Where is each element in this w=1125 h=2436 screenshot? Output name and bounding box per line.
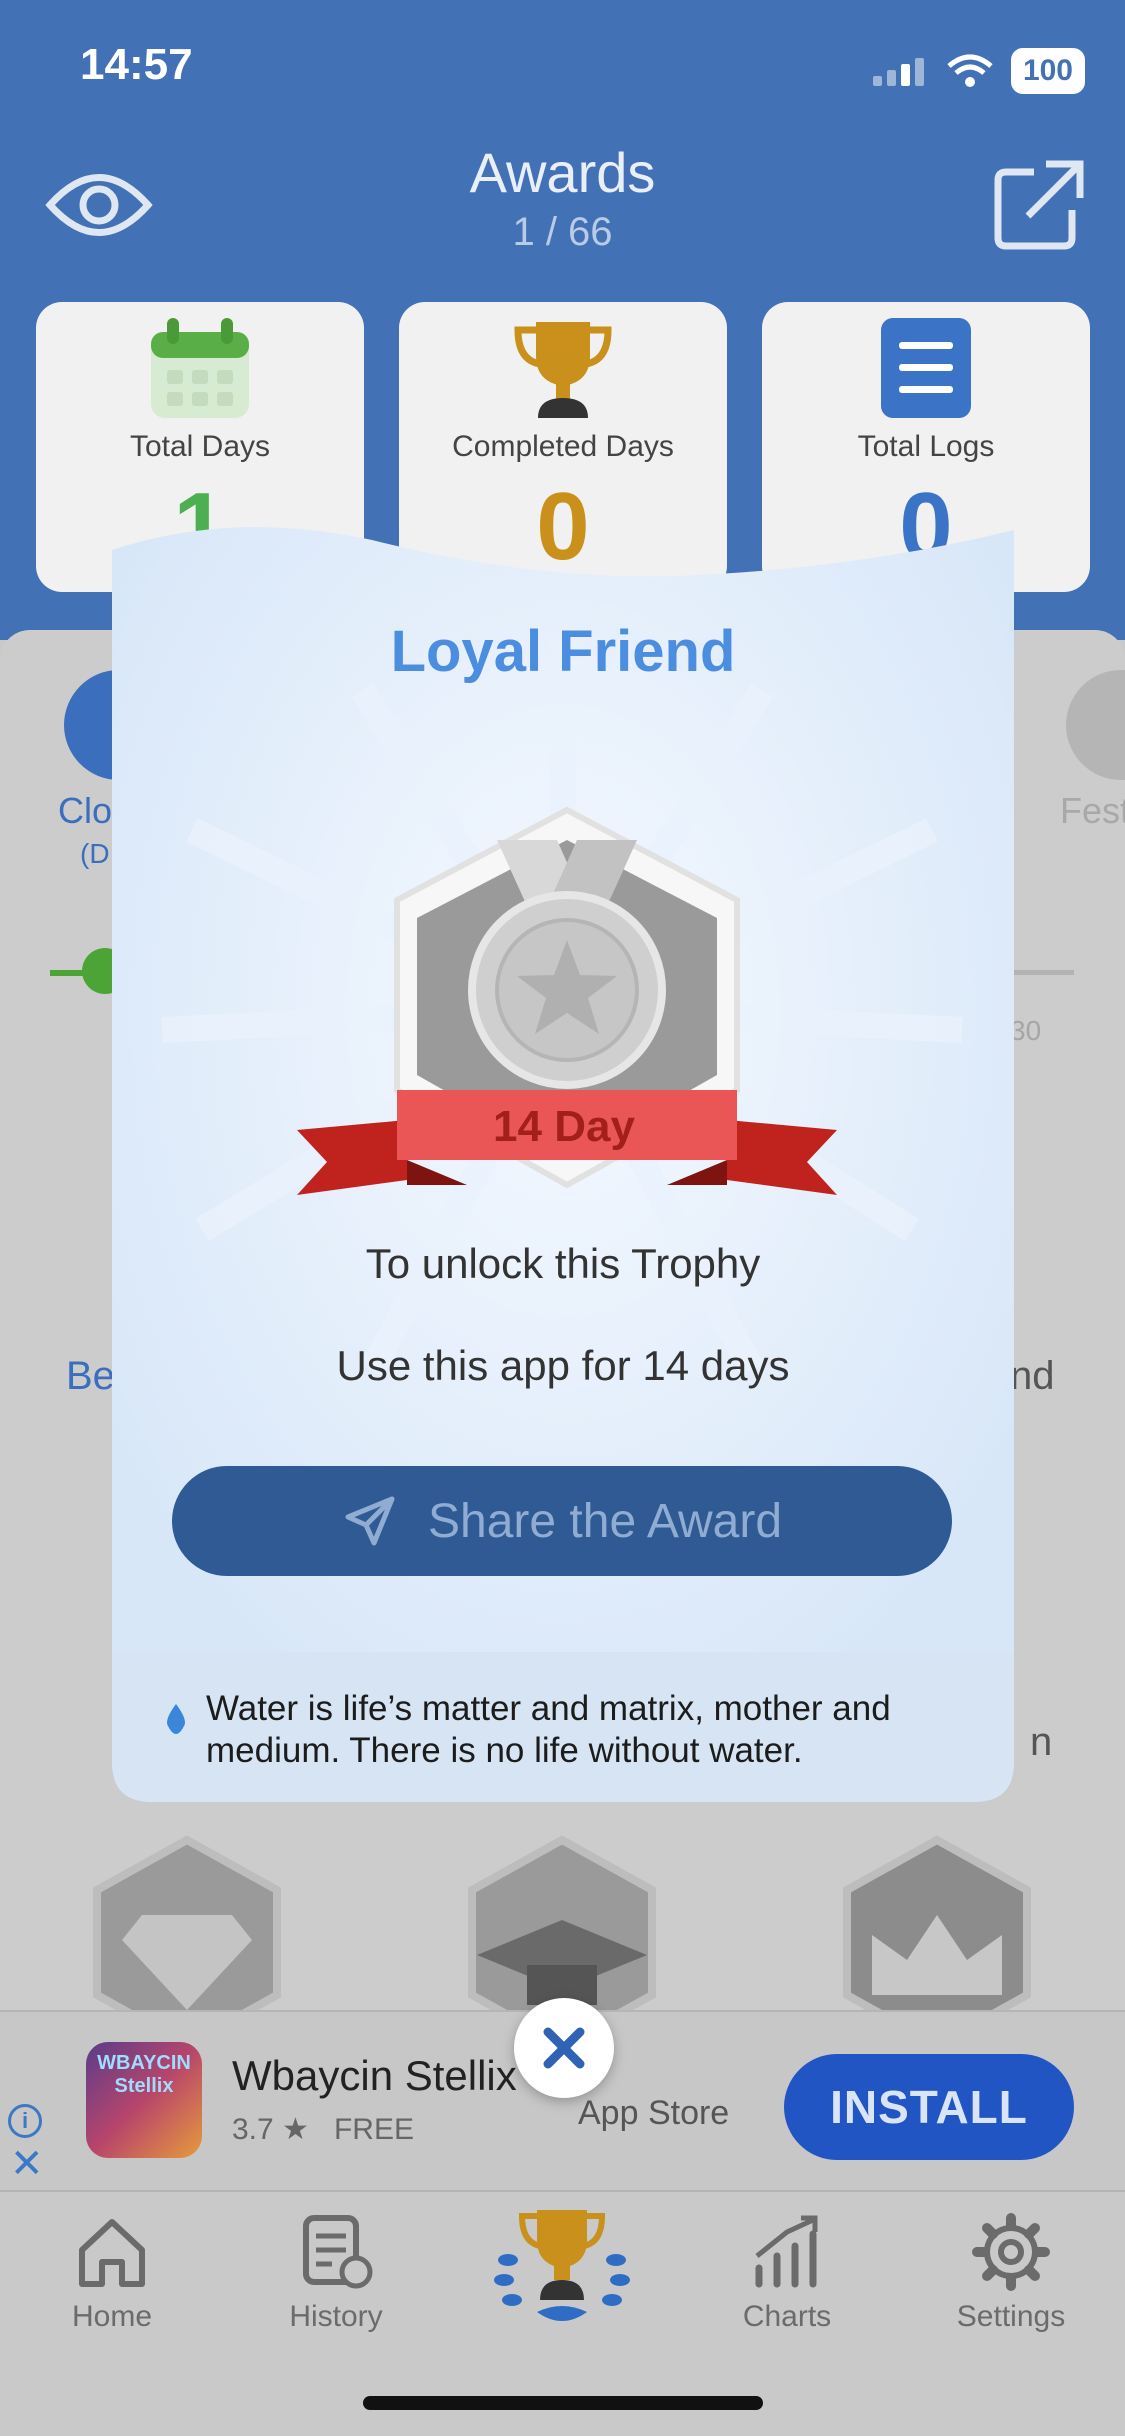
award-name-left: Be	[66, 1354, 115, 1398]
signal-icon	[872, 58, 924, 86]
share-award-button[interactable]: Share the Award	[172, 1466, 952, 1576]
tab-settings[interactable]: Settings	[921, 2212, 1101, 2334]
status-time: 14:57	[80, 40, 193, 89]
award-name-right-2: n	[1030, 1720, 1053, 1764]
ad-price: FREE	[333, 2113, 414, 2146]
ad-app-icon[interactable]: WBAYCIN Stellix	[86, 2042, 202, 2158]
history-icon	[303, 2215, 373, 2289]
award-title: Loyal Friend	[390, 619, 736, 684]
tab-bar: Home History Charts Settings	[0, 2190, 1125, 2436]
ad-rating: 3.7 ★	[232, 2113, 309, 2146]
ad-app-name[interactable]: Wbaycin Stellix	[232, 2052, 517, 2100]
status-icons: 100	[872, 48, 1085, 94]
ad-store-label: App Store	[578, 2094, 730, 2132]
award-name-right: nd	[1010, 1354, 1055, 1398]
tab-awards[interactable]	[472, 2200, 652, 2348]
water-drop-icon	[167, 1704, 185, 1734]
share-external-icon[interactable]	[984, 150, 1094, 260]
stat-label: Completed Days	[452, 430, 674, 463]
calendar-icon	[151, 318, 249, 418]
tab-home[interactable]: Home	[22, 2212, 202, 2334]
stat-label: Total Logs	[857, 430, 995, 463]
wifi-icon	[947, 54, 993, 87]
timeline-label: 30	[1010, 1015, 1042, 1046]
tab-settings-label: Settings	[956, 2300, 1066, 2333]
badge-label: 14 Day	[493, 1102, 635, 1151]
home-indicator	[363, 2396, 763, 2410]
award-modal: Loyal Friend 14 Day To unlock this Troph…	[112, 510, 1014, 1802]
trophy-icon	[514, 322, 612, 418]
battery-indicator: 100	[1010, 48, 1085, 94]
install-button[interactable]: INSTALL	[784, 2054, 1074, 2160]
quote-text: Water is life’s matter and matrix, mothe…	[206, 1689, 891, 1770]
home-icon	[79, 2219, 145, 2287]
tab-history-label: History	[289, 2300, 383, 2333]
unlock-requirement: Use this app for 14 days	[336, 1342, 790, 1389]
tab-home-label: Home	[71, 2300, 153, 2333]
ad-info-icon[interactable]: i	[8, 2104, 42, 2138]
ad-app-icon-text: WBAYCIN Stellix	[97, 2052, 191, 2097]
category-sublabel-left: (D	[80, 838, 110, 869]
modal-close-button[interactable]	[514, 1998, 614, 2098]
close-icon	[543, 2027, 585, 2069]
ad-meta: 3.7 ★ FREE	[232, 2112, 414, 2147]
tab-history[interactable]: History	[246, 2212, 426, 2334]
tab-charts-label: Charts	[742, 2300, 832, 2333]
page-title: Awards	[469, 141, 656, 204]
chart-icon	[755, 2215, 818, 2288]
share-award-label: Share the Award	[427, 1494, 783, 1548]
awards-progress: 1 / 66	[512, 210, 613, 254]
quote-box: Water is life’s matter and matrix, mothe…	[112, 1652, 1014, 1802]
category-icon-right[interactable]	[1066, 670, 1125, 780]
category-label-left: Clo	[58, 790, 113, 831]
stat-label: Total Days	[129, 430, 271, 463]
medal-badge-icon	[297, 806, 837, 1195]
category-label-right: Fest	[1060, 790, 1125, 831]
tab-charts[interactable]: Charts	[697, 2212, 877, 2334]
list-icon	[881, 318, 971, 418]
gear-icon	[972, 2213, 1050, 2291]
trophy-laurel-icon	[494, 2210, 630, 2321]
ad-close-icon[interactable]: ✕	[10, 2144, 44, 2184]
send-icon	[345, 1496, 395, 1546]
unlock-heading: To unlock this Trophy	[365, 1240, 761, 1287]
